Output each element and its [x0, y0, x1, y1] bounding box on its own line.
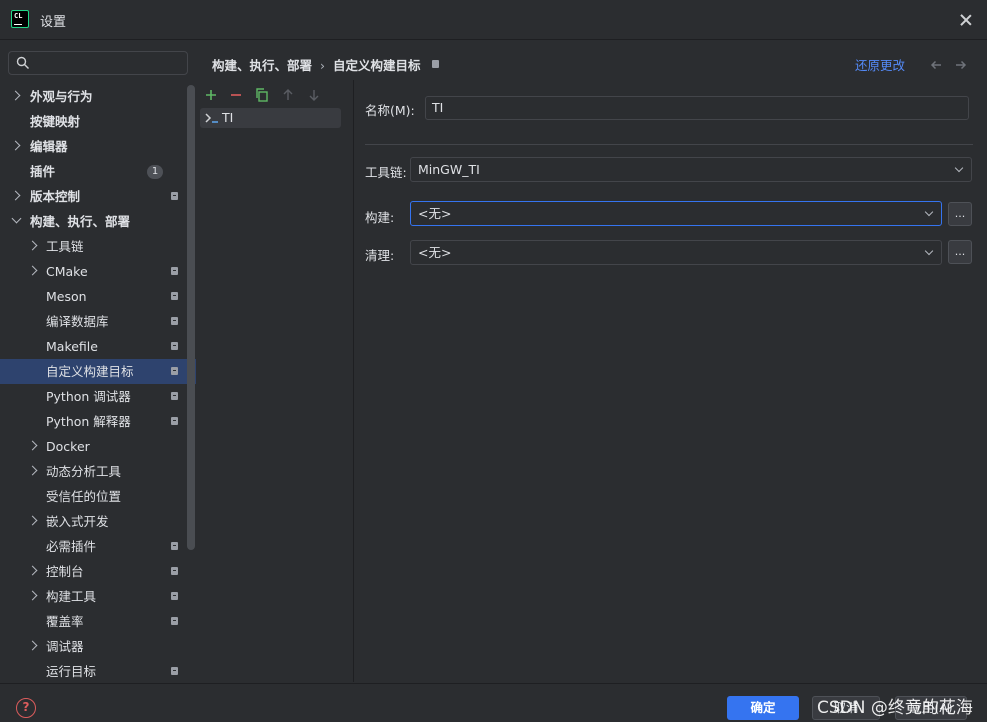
- section-divider: [365, 144, 973, 145]
- sidebar-item-required-plugins[interactable]: 必需插件: [0, 534, 196, 559]
- project-level-icon: [171, 667, 178, 675]
- sidebar-item-embedded-development[interactable]: 嵌入式开发: [0, 509, 196, 534]
- name-label: 名称(M):: [365, 103, 415, 118]
- remove-icon[interactable]: [227, 86, 245, 104]
- ok-button[interactable]: 确定: [727, 696, 799, 720]
- project-level-icon: [171, 567, 178, 575]
- clean-value: <无>: [418, 245, 452, 260]
- build-value: <无>: [418, 206, 452, 221]
- search-input[interactable]: [37, 54, 185, 72]
- clean-browse-button[interactable]: ...: [948, 240, 972, 264]
- name-field[interactable]: TI: [425, 96, 969, 120]
- sidebar-item-vcs[interactable]: 版本控制: [0, 184, 196, 209]
- chevron-right-icon[interactable]: [27, 465, 38, 476]
- sidebar-item-debugger[interactable]: 调试器: [0, 634, 196, 659]
- sidebar-item-makefile[interactable]: Makefile: [0, 334, 196, 359]
- add-icon[interactable]: [202, 86, 220, 104]
- project-level-icon: [171, 267, 178, 275]
- sidebar-item-dynamic-analysis-tools[interactable]: 动态分析工具: [0, 459, 196, 484]
- sidebar-item-docker[interactable]: Docker: [0, 434, 196, 459]
- sidebar-item-meson[interactable]: Meson: [0, 284, 196, 309]
- project-level-icon: [171, 367, 178, 375]
- sidebar-item-trusted-locations[interactable]: 受信任的位置: [0, 484, 196, 509]
- chevron-right-icon[interactable]: [10, 90, 21, 101]
- project-level-icon: [171, 192, 178, 200]
- arrow-down-icon[interactable]: [305, 86, 323, 104]
- sidebar-item-appearance[interactable]: 外观与行为: [0, 84, 196, 109]
- list-item[interactable]: TI: [200, 108, 341, 128]
- sidebar-item-cmake[interactable]: CMake: [0, 259, 196, 284]
- copy-icon[interactable]: [253, 86, 271, 104]
- chevron-right-icon[interactable]: [10, 140, 21, 151]
- breadcrumb-separator: ›: [320, 58, 326, 73]
- breadcrumb-current: 自定义构建目标: [333, 58, 421, 73]
- terminal-icon: [205, 113, 218, 123]
- clean-select[interactable]: <无>: [410, 240, 942, 265]
- project-level-icon: [171, 417, 178, 425]
- sidebar-item-keymap[interactable]: 按键映射: [0, 109, 196, 134]
- sidebar-scrollbar[interactable]: [187, 85, 195, 550]
- chevron-right-icon[interactable]: [27, 640, 38, 651]
- project-level-icon: [171, 292, 178, 300]
- sidebar-item-build-tools[interactable]: 构建工具: [0, 584, 196, 609]
- project-level-icon: [171, 592, 178, 600]
- revert-changes-link[interactable]: 还原更改: [855, 55, 905, 74]
- project-level-icon: [171, 392, 178, 400]
- sidebar-item-coverage[interactable]: 覆盖率: [0, 609, 196, 634]
- build-targets-panel: TI: [196, 80, 354, 682]
- chevron-right-icon[interactable]: [27, 265, 38, 276]
- settings-sidebar: 外观与行为 按键映射 编辑器 插件 1 版本控制 构建、执行、部署 工具链 CM…: [0, 41, 196, 682]
- toolchain-label: 工具链:: [365, 165, 407, 180]
- arrow-right-icon[interactable]: [954, 58, 968, 72]
- watermark: CSDN @终竟的花海: [817, 698, 973, 718]
- toolchain-select[interactable]: MinGW_TI: [410, 157, 972, 182]
- chevron-right-icon[interactable]: [27, 590, 38, 601]
- project-level-icon: [432, 60, 439, 68]
- sidebar-item-python-interpreter[interactable]: Python 解释器: [0, 409, 196, 434]
- chevron-right-icon[interactable]: [27, 565, 38, 576]
- help-icon[interactable]: ?: [16, 698, 36, 718]
- chevron-down-icon: [924, 246, 934, 256]
- project-level-icon: [171, 542, 178, 550]
- sidebar-item-editor[interactable]: 编辑器: [0, 134, 196, 159]
- sidebar-item-console[interactable]: 控制台: [0, 559, 196, 584]
- chevron-down-icon[interactable]: [11, 213, 22, 224]
- sidebar-item-toolchains[interactable]: 工具链: [0, 234, 196, 259]
- project-level-icon: [171, 317, 178, 325]
- arrow-left-icon[interactable]: [929, 58, 943, 72]
- sidebar-item-run-targets[interactable]: 运行目标: [0, 659, 196, 684]
- sidebar-item-python-debugger[interactable]: Python 调试器: [0, 384, 196, 409]
- clion-logo-icon: CL: [11, 10, 29, 28]
- clean-label: 清理:: [365, 248, 395, 263]
- window-title: 设置: [40, 15, 67, 30]
- project-level-icon: [171, 342, 178, 350]
- arrow-up-icon[interactable]: [279, 86, 297, 104]
- chevron-down-icon: [954, 163, 964, 173]
- list-item-label: TI: [222, 110, 234, 125]
- chevron-right-icon[interactable]: [27, 515, 38, 526]
- sidebar-item-compilation-database[interactable]: 编译数据库: [0, 309, 196, 334]
- sidebar-item-build-execution-deployment[interactable]: 构建、执行、部署: [0, 209, 196, 234]
- close-icon[interactable]: [956, 10, 976, 30]
- plugins-update-badge: 1: [147, 165, 163, 179]
- sidebar-item-custom-build-targets[interactable]: 自定义构建目标: [0, 359, 196, 384]
- chevron-right-icon[interactable]: [27, 440, 38, 451]
- breadcrumb: 构建、执行、部署 › 自定义构建目标: [212, 55, 421, 74]
- chevron-down-icon: [924, 207, 934, 217]
- sidebar-item-plugins[interactable]: 插件 1: [0, 159, 196, 184]
- title-bar: CL 设置: [0, 0, 987, 40]
- chevron-right-icon[interactable]: [27, 240, 38, 251]
- build-label: 构建:: [365, 210, 395, 225]
- breadcrumb-parent[interactable]: 构建、执行、部署: [212, 58, 312, 73]
- settings-search[interactable]: [8, 51, 188, 75]
- search-icon: [16, 56, 29, 69]
- build-browse-button[interactable]: ...: [948, 202, 972, 226]
- toolchain-value: MinGW_TI: [418, 162, 480, 177]
- project-level-icon: [171, 617, 178, 625]
- build-select[interactable]: <无>: [410, 201, 942, 226]
- chevron-right-icon[interactable]: [10, 190, 21, 201]
